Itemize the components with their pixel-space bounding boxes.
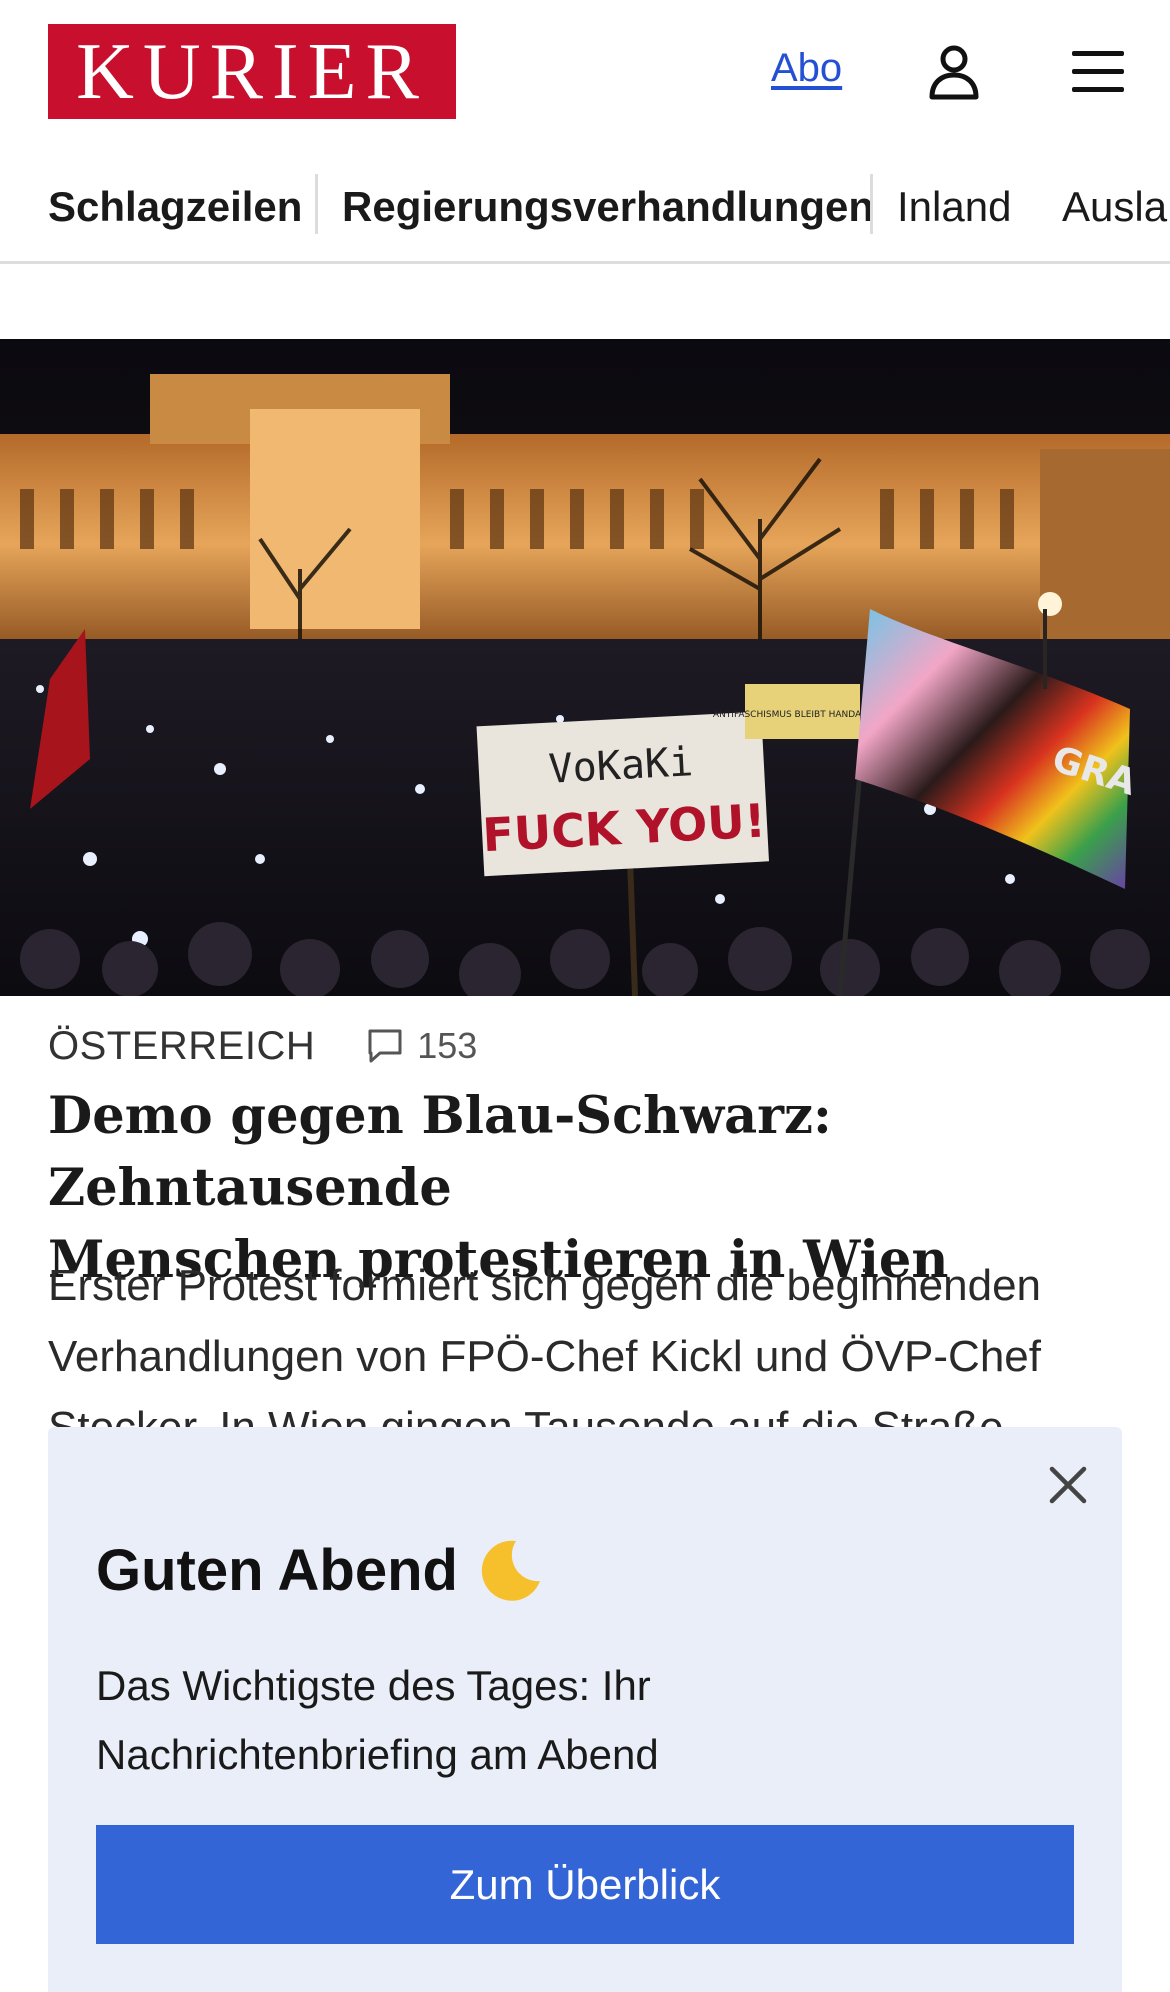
nav-item-schlagzeilen[interactable]: Schlagzeilen [48, 182, 302, 232]
article-hero-image[interactable]: VoKaKi FUCK YOU! ANTIFASCHISMUS BLEIBT H… [0, 339, 1170, 996]
site-header: KURIER Abo [0, 0, 1170, 150]
close-icon[interactable] [1046, 1463, 1090, 1507]
nav-divider [315, 174, 318, 234]
sign-text-top: VoKaKi [547, 739, 694, 792]
nav-item-regierungsverhandlungen[interactable]: Regierungsverhandlungen [342, 182, 874, 232]
popup-text-line-1: Das Wichtigste des Tages: Ihr [96, 1662, 651, 1709]
nav-divider [870, 174, 873, 234]
popup-text-line-2: Nachrichtenbriefing am Abend [96, 1731, 659, 1778]
greeting-text: Guten Abend [96, 1537, 458, 1603]
article-category[interactable]: ÖSTERREICH [48, 1024, 315, 1069]
headline-line-1: Demo gegen Blau-Schwarz: Zehntausende [48, 1086, 832, 1218]
zum-ueberblick-button[interactable]: Zum Überblick [96, 1825, 1074, 1944]
abo-link[interactable]: Abo [771, 46, 842, 91]
popup-greeting: Guten Abend [96, 1535, 546, 1605]
hamburger-menu-icon[interactable] [1070, 48, 1126, 96]
kurier-logo[interactable]: KURIER [48, 24, 456, 119]
comment-count-value: 153 [417, 1025, 478, 1066]
article-meta: ÖSTERREICH 153 [48, 1022, 477, 1070]
crescent-moon-icon [481, 1540, 540, 1601]
nav-item-ausland[interactable]: Ausla [1062, 182, 1167, 232]
protest-photo: VoKaKi FUCK YOU! ANTIFASCHISMUS BLEIBT H… [0, 339, 1170, 996]
section-nav: Schlagzeilen Regierungsverhandlungen Inl… [0, 160, 1170, 264]
evening-briefing-popup: Guten Abend Das Wichtigste des Tages: Ih… [48, 1427, 1122, 1992]
comment-count[interactable]: 153 [365, 1025, 477, 1067]
comment-icon [368, 1029, 402, 1063]
teaser-line-1: Erster Protest formiert sich gegen die b… [48, 1261, 1042, 1310]
user-icon[interactable] [928, 44, 980, 100]
teaser-line-2: Verhandlungen von FPÖ-Chef Kickl und ÖVP… [48, 1332, 1041, 1381]
nav-item-inland[interactable]: Inland [897, 182, 1011, 232]
popup-description: Das Wichtigste des Tages: Ihr Nachrichte… [96, 1651, 996, 1789]
